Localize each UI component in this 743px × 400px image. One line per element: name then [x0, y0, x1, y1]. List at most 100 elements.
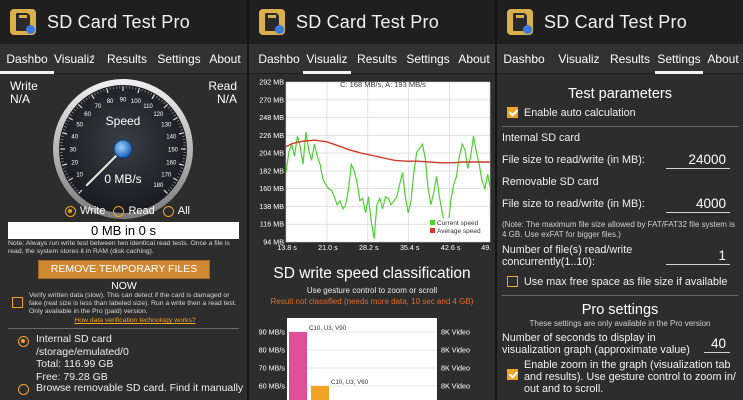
- bar-label: C10, U3, V60: [331, 379, 369, 386]
- gauge-label: Speed: [106, 114, 141, 128]
- bar-y-tick-label: 80 MB/s: [259, 346, 286, 355]
- tab-settings[interactable]: Settings: [655, 44, 703, 74]
- tab-about[interactable]: About: [453, 44, 495, 74]
- read-value: N/A: [216, 92, 237, 106]
- divider: [502, 126, 738, 127]
- gauge-tick-label: 160: [166, 160, 177, 166]
- graph-x-tick-label: 49.7 s: [481, 243, 491, 252]
- write-value: N/A: [10, 92, 31, 106]
- file-count-label-1: Number of file(s) read/write: [502, 244, 633, 256]
- legend-swatch: [430, 228, 435, 233]
- internal-sd-radio[interactable]: [18, 336, 29, 347]
- mode-write-radio[interactable]: Write: [65, 205, 105, 217]
- gauge-tick-label: 180: [153, 183, 164, 189]
- tab-settings[interactable]: Settings: [403, 44, 453, 74]
- verify-data-text: Verify written data (slow). This can det…: [29, 292, 237, 315]
- removable-sd-radio[interactable]: [18, 384, 29, 395]
- tab-dashboard[interactable]: Dashbo: [255, 44, 303, 74]
- bar-label: C10, U3, V90: [309, 325, 347, 332]
- speed-graph[interactable]: 292 MB 270 MB 248 MB 226 MB 204 MB 182 MB 160 …: [255, 78, 491, 252]
- verify-info-link[interactable]: How data verification technology works?: [74, 317, 195, 324]
- tab-settings[interactable]: Settings: [154, 44, 204, 74]
- max-free-space-label: Use max free space as file size if avail…: [524, 276, 728, 288]
- bar-right-label: 8K Video: [441, 364, 470, 373]
- radio-selected-icon: [65, 205, 76, 217]
- gauge-tick-label: 130: [161, 123, 172, 129]
- graph-x-tick-label: 35.4 s: [400, 243, 420, 252]
- internal-storage-info: Internal SD card /storage/emulated/0 Tot…: [36, 333, 129, 383]
- seconds-label-1: Number of seconds to display in: [502, 332, 656, 344]
- gauge-tick-label: 80: [107, 99, 114, 105]
- speed-gauge: 10 20 30 40 5060 70 80 90 100110120 130 140 150 160 1…: [53, 79, 193, 219]
- tab-visualization[interactable]: Visualiz: [553, 44, 605, 74]
- mode-read-radio[interactable]: Read: [113, 205, 155, 217]
- gauge-tick-label: 120: [153, 112, 164, 118]
- graph-x-tick-label: 13.8 s: [277, 243, 297, 252]
- gauge-hub: [113, 139, 133, 159]
- mode-all-radio[interactable]: All: [162, 205, 190, 217]
- gauge-tick-label: 170: [161, 173, 172, 179]
- internal-storage-path: /storage/emulated/0: [36, 345, 129, 358]
- app-bar: SD Card Test Pro: [249, 0, 495, 44]
- internal-size-input[interactable]: 24000: [666, 151, 730, 169]
- removable-section-label: Removable SD card: [502, 176, 599, 188]
- bar-right-label: 8K Video: [441, 346, 470, 355]
- tab-bar: Dashbo Visualiz • Results Settings About: [0, 44, 247, 74]
- graph-y-tick-label: 182 MB: [259, 166, 284, 175]
- tab-dashboard[interactable]: Dashbo: [499, 44, 549, 74]
- divider: [502, 295, 738, 296]
- graph-y-tick-label: 160 MB: [259, 184, 284, 193]
- mode-radio-group: Write Read All: [65, 205, 198, 217]
- tab-results[interactable]: Results: [100, 44, 154, 74]
- max-free-space-checkbox[interactable]: [507, 276, 518, 287]
- app-bar: SD Card Test Pro: [497, 0, 743, 44]
- classification-bar: [289, 332, 307, 400]
- seconds-input[interactable]: 40: [704, 335, 730, 353]
- dashboard-panel: SD Card Test Pro Dashbo Visualiz • Resul…: [0, 0, 247, 400]
- graph-y-tick-label: 226 MB: [259, 131, 284, 140]
- radio-icon: [113, 205, 125, 217]
- internal-size-label: File size to read/write (in MB):: [502, 154, 645, 166]
- file-count-input[interactable]: 1: [666, 247, 730, 265]
- internal-storage-total: Total: 116.99 GB: [36, 358, 114, 370]
- tab-overflow-icon: •: [91, 51, 95, 63]
- tab-results[interactable]: Results: [351, 44, 403, 74]
- test-parameters-title: Test parameters: [568, 86, 672, 102]
- speed-readout: 0 MB in 0 s: [8, 222, 239, 239]
- verify-data-checkbox[interactable]: [12, 297, 23, 308]
- graph-x-tick-label: 42.6 s: [441, 243, 461, 252]
- auto-calc-checkbox[interactable]: [507, 107, 518, 118]
- zoom-graph-checkbox[interactable]: [507, 369, 518, 380]
- classification-result: Result not classified (needs more data, …: [270, 297, 474, 306]
- app-title: SD Card Test Pro: [544, 11, 687, 32]
- graph-y-tick-label: 138 MB: [259, 202, 284, 211]
- remove-temp-files-button[interactable]: REMOVE TEMPORARY FILES NOW: [38, 260, 210, 292]
- tab-about[interactable]: About: [204, 44, 246, 74]
- gauge-tick-label: 60: [84, 112, 91, 118]
- tab-visualization[interactable]: Visualiz: [54, 44, 94, 74]
- sd-card-app-icon: [507, 9, 533, 35]
- tab-about[interactable]: About: [703, 44, 743, 74]
- app-title: SD Card Test Pro: [296, 11, 439, 32]
- classification-bar: [311, 386, 329, 400]
- gauge-tick-label: 100: [131, 99, 142, 105]
- gauge-tick-label: 90: [120, 98, 127, 104]
- gauge-tick-label: 10: [76, 173, 83, 179]
- app-bar: SD Card Test Pro: [0, 0, 247, 44]
- graph-y-tick-label: 292 MB: [259, 78, 284, 87]
- gauge-tick-label: 30: [70, 148, 77, 154]
- classification-title: SD write speed classification: [273, 265, 471, 282]
- internal-section-label: Internal SD card: [502, 132, 581, 144]
- tab-dashboard[interactable]: Dashbo: [0, 44, 54, 74]
- app-title: SD Card Test Pro: [47, 11, 190, 32]
- browse-removable-text[interactable]: Browse removable SD card. Find it manual…: [36, 382, 243, 395]
- removable-size-input[interactable]: 4000: [666, 195, 730, 213]
- graph-y-tick-label: 248 MB: [259, 113, 284, 122]
- graph-title: C: 168 MB/s, A: 193 MB/s: [340, 80, 426, 89]
- auto-calc-label: Enable auto calculation: [524, 107, 636, 119]
- classification-bar-chart[interactable]: 90 MB/s 80 MB/s 70 MB/s 60 MB/s 8K Video 8K V…: [255, 318, 491, 400]
- gauge-value: 0 MB/s: [104, 172, 141, 186]
- tab-results[interactable]: Results: [605, 44, 655, 74]
- legend-label: Current speed: [437, 220, 479, 227]
- tab-visualization[interactable]: Visualiz: [303, 44, 351, 74]
